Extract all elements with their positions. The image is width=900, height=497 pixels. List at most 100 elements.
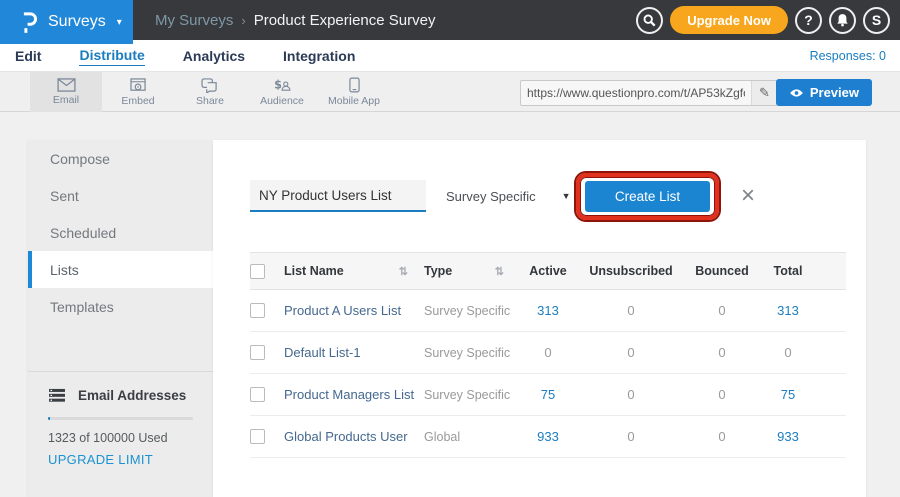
active-count[interactable]: 313 [520, 303, 576, 318]
list-type-dropdown[interactable]: Survey Specific ▼ [446, 180, 571, 212]
embed-icon [130, 78, 147, 93]
bounced-count[interactable]: 0 [686, 345, 758, 360]
total-count[interactable]: 0 [758, 345, 818, 360]
breadcrumb-current-survey: Product Experience Survey [254, 12, 436, 29]
sidebar-item-scheduled[interactable]: Scheduled [28, 214, 213, 251]
active-count[interactable]: 933 [520, 429, 576, 444]
channel-label: Embed [121, 95, 154, 107]
survey-url-input[interactable] [521, 81, 751, 105]
total-count[interactable]: 933 [758, 429, 818, 444]
list-name-link[interactable]: Product Managers List [284, 387, 414, 402]
magnifier-glyph [643, 14, 656, 27]
lists-panel: Survey Specific ▼ Create List × List Nam… [213, 140, 866, 497]
table-row: Product A Users List Survey Specific 313… [250, 290, 846, 332]
col-active: Active [520, 264, 576, 278]
unsubscribed-count[interactable]: 0 [576, 387, 686, 402]
responses-count[interactable]: Responses: 0 [810, 40, 886, 72]
upgrade-now-button[interactable]: Upgrade Now [670, 6, 788, 34]
sort-icon[interactable]: ⇅ [495, 265, 504, 278]
list-server-icon [48, 388, 66, 403]
channel-audience[interactable]: $ Audience [246, 72, 318, 112]
account-avatar[interactable]: S [863, 7, 890, 34]
col-type[interactable]: Type [424, 264, 452, 278]
list-type: Survey Specific [424, 304, 510, 318]
sidebar-item-sent[interactable]: Sent [28, 177, 213, 214]
list-name-link[interactable]: Default List-1 [284, 345, 361, 360]
mobile-app-icon [349, 77, 360, 93]
row-checkbox[interactable] [250, 303, 265, 318]
product-label: Surveys [48, 13, 106, 31]
channel-embed[interactable]: Embed [102, 72, 174, 112]
list-type: Survey Specific [424, 346, 510, 360]
email-sidebar: Compose Sent Scheduled Lists Templates [28, 140, 213, 497]
tab-analytics[interactable]: Analytics [183, 48, 245, 64]
list-name-link[interactable]: Product A Users List [284, 303, 401, 318]
sidebar-item-templates[interactable]: Templates [28, 288, 213, 325]
notifications-bell-icon[interactable] [829, 7, 856, 34]
bounced-count[interactable]: 0 [686, 303, 758, 318]
email-addresses-section: Email Addresses 1323 of 100000 Used UPGR… [28, 371, 213, 467]
active-count[interactable]: 75 [520, 387, 576, 402]
breadcrumb: My Surveys › Product Experience Survey [155, 0, 435, 40]
bounced-count[interactable]: 0 [686, 387, 758, 402]
sidebar-item-label: Compose [50, 151, 110, 167]
close-icon[interactable]: × [733, 180, 763, 212]
col-total: Total [758, 264, 818, 278]
bounced-count[interactable]: 0 [686, 429, 758, 444]
row-checkbox[interactable] [250, 345, 265, 360]
sidebar-item-compose[interactable]: Compose [28, 140, 213, 177]
dropdown-caret-icon: ▼ [562, 191, 571, 201]
tab-integration[interactable]: Integration [283, 48, 355, 64]
total-count[interactable]: 75 [758, 387, 818, 402]
help-icon[interactable]: ? [795, 7, 822, 34]
sidebar-item-lists[interactable]: Lists [28, 251, 213, 288]
email-addresses-header: Email Addresses [48, 388, 193, 403]
top-header-bar: My Surveys › Product Experience Survey U… [0, 0, 900, 40]
breadcrumb-separator-icon: › [241, 13, 245, 28]
channel-items: Email Embed Share $ [30, 72, 390, 112]
col-bounced: Bounced [686, 264, 758, 278]
list-type: Survey Specific [424, 388, 510, 402]
unsubscribed-count[interactable]: 0 [576, 303, 686, 318]
share-icon [201, 78, 219, 93]
svg-text:$: $ [274, 78, 282, 91]
channel-share[interactable]: Share [174, 72, 246, 112]
search-icon[interactable] [636, 7, 663, 34]
surveys-product-menu[interactable]: Surveys ▾ [0, 0, 133, 44]
row-checkbox[interactable] [250, 429, 265, 444]
active-count[interactable]: 0 [520, 345, 576, 360]
tab-distribute[interactable]: Distribute [79, 47, 144, 66]
channel-label: Audience [260, 95, 304, 107]
list-name-link[interactable]: Global Products User [284, 429, 408, 444]
eye-icon [789, 88, 804, 98]
email-addresses-title: Email Addresses [78, 388, 186, 403]
tab-edit[interactable]: Edit [15, 48, 41, 64]
upgrade-limit-link[interactable]: UPGRADE LIMIT [48, 452, 193, 467]
survey-nav-tabs: Edit Distribute Analytics Integration [15, 40, 355, 72]
unsubscribed-count[interactable]: 0 [576, 345, 686, 360]
sort-icon[interactable]: ⇅ [399, 265, 408, 278]
sidebar-item-label: Templates [50, 299, 114, 315]
row-checkbox[interactable] [250, 387, 265, 402]
select-all-checkbox[interactable] [250, 264, 265, 279]
breadcrumb-my-surveys[interactable]: My Surveys [155, 12, 233, 29]
channel-label: Email [53, 94, 79, 106]
audience-icon: $ [273, 78, 292, 93]
unsubscribed-count[interactable]: 0 [576, 429, 686, 444]
chevron-down-icon: ▾ [117, 17, 122, 28]
channel-label: Share [196, 95, 224, 107]
create-list-button[interactable]: Create List [585, 181, 710, 212]
channel-email[interactable]: Email [30, 72, 102, 112]
edit-url-pencil-icon[interactable]: ✎ [751, 81, 777, 105]
total-count[interactable]: 313 [758, 303, 818, 318]
preview-button[interactable]: Preview [776, 79, 872, 106]
list-type: Global [424, 430, 460, 444]
survey-url-field: ✎ [520, 80, 778, 106]
col-unsubscribed: Unsubscribed [576, 264, 686, 278]
questionpro-logo-icon [20, 10, 39, 35]
new-list-name-input[interactable] [250, 180, 426, 212]
channel-mobile-app[interactable]: Mobile App [318, 72, 390, 112]
col-list-name[interactable]: List Name [284, 264, 344, 278]
usage-text: 1323 of 100000 Used [48, 431, 193, 445]
usage-progress-bar [48, 417, 193, 420]
